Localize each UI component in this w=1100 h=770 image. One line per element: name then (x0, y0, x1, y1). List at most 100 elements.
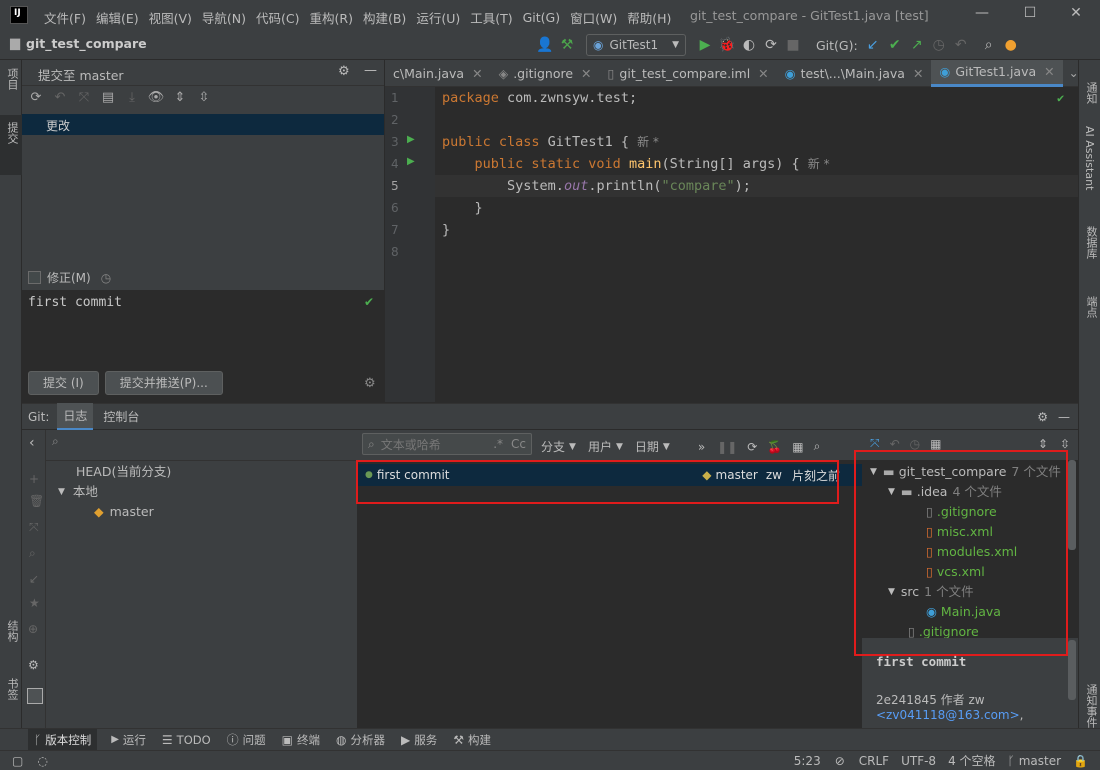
debug-icon[interactable]: 🐞 (716, 37, 738, 53)
tool-endpoints[interactable]: 端点 (1083, 296, 1099, 318)
update-icon[interactable]: ⤧ (870, 436, 880, 451)
diff-icon[interactable]: ▤ (96, 90, 120, 105)
menu-window[interactable]: 窗口(W) (570, 8, 617, 27)
menu-refactor[interactable]: 重构(R) (310, 8, 353, 27)
tab-gitignore[interactable]: ◈ .gitignore ✕ (491, 60, 600, 87)
star-icon[interactable]: ★ (29, 596, 40, 610)
minimize-icon[interactable]: — (972, 5, 992, 25)
commit-settings-icon[interactable]: ⚙ (364, 376, 376, 391)
fetch-icon[interactable]: ⊕ (28, 622, 38, 636)
refresh-icon[interactable]: ⟳ (24, 90, 48, 105)
progress-icon[interactable]: ◌ (37, 754, 47, 768)
show-icon[interactable]: 👁 (144, 90, 168, 105)
file-encoding[interactable]: UTF-8 (901, 754, 936, 768)
indent-setting[interactable]: 4 个空格 (948, 752, 995, 769)
collapse-branches-icon[interactable]: ‹ (29, 435, 35, 451)
user-filter[interactable]: 用户 (588, 438, 612, 455)
rollback-icon[interactable]: ↶ (890, 437, 900, 451)
run-gutter-icon[interactable]: ▶ (407, 134, 415, 145)
git-update-icon[interactable]: ↙ (862, 37, 884, 53)
tool-structure[interactable]: 结构 (4, 620, 20, 642)
tab-log[interactable]: 日志 (57, 402, 94, 431)
history-icon[interactable]: ◷ (910, 437, 920, 451)
layout-icon[interactable]: ▢ (12, 754, 23, 768)
tab-test-main[interactable]: ◉ test\...\Main.java ✕ (777, 60, 932, 87)
run-gutter-icon[interactable]: ▶ (407, 156, 415, 167)
settings-gear-icon[interactable]: ⚙ (28, 658, 39, 672)
close-icon[interactable]: ✕ (1044, 64, 1054, 79)
menu-view[interactable]: 视图(V) (149, 8, 192, 27)
history-icon[interactable]: ◷ (928, 37, 950, 53)
collapse-all-icon[interactable]: ⇳ (1060, 437, 1070, 451)
rollback-icon[interactable]: ↶ (950, 37, 972, 53)
menu-edit[interactable]: 编辑(E) (96, 8, 139, 27)
build-hammer-icon[interactable]: ⚒ (556, 37, 578, 53)
settings-gear-icon[interactable]: ⚙ (338, 64, 350, 79)
line-separator[interactable]: CRLF (859, 754, 889, 768)
scrollbar[interactable] (1068, 460, 1076, 550)
expand-all-icon[interactable]: ⇕ (1038, 437, 1048, 451)
git-branch[interactable]: master (1019, 754, 1061, 768)
git-commit-icon[interactable]: ✔ (884, 37, 906, 53)
settings-gear-icon[interactable]: ⚙ (1037, 410, 1048, 424)
run-config-select[interactable]: ◉ GitTest1 ▼ (586, 34, 686, 56)
breadcrumb[interactable]: ▆ git_test_compare (10, 36, 147, 51)
update-icon[interactable]: ● (1000, 37, 1022, 53)
tool-build[interactable]: ⚒ 构建 (453, 732, 491, 748)
cherry-pick-icon[interactable]: 🍒 (767, 440, 782, 454)
branch-master[interactable]: ◆ master (94, 502, 154, 522)
tool-project[interactable]: 项目 (4, 68, 20, 90)
tool-ai-assistant[interactable]: AI Assistant (1083, 126, 1096, 190)
tool-services[interactable]: ▶ 服务 (401, 732, 437, 748)
hide-panel-icon[interactable]: — (1058, 410, 1070, 424)
tool-database[interactable]: 数据库 (1083, 226, 1099, 259)
cursor-position[interactable]: 5:23 (794, 754, 821, 768)
commit-button[interactable]: 提交 (I) (28, 371, 99, 395)
tool-run[interactable]: ▶ 运行 (111, 732, 146, 748)
menu-file[interactable]: 文件(F) (44, 8, 86, 27)
close-icon[interactable]: ✕ (581, 66, 591, 81)
tool-todo[interactable]: ☰ TODO (162, 733, 211, 747)
search-icon[interactable]: ⌕ (978, 37, 1000, 53)
tool-commit[interactable]: 提交 (4, 122, 20, 144)
regex-toggle[interactable]: .* (493, 437, 503, 451)
menu-navigate[interactable]: 导航(N) (202, 8, 246, 27)
menu-tools[interactable]: 工具(T) (470, 8, 512, 27)
user-icon[interactable]: 👤 (534, 37, 556, 53)
layout-icon[interactable] (27, 688, 43, 704)
menu-git[interactable]: Git(G) (523, 10, 561, 25)
expand-all-icon[interactable]: ⇕ (168, 90, 192, 105)
close-icon[interactable]: ✕ (913, 66, 923, 81)
run-icon[interactable]: ▶ (694, 37, 716, 53)
pause-icon[interactable]: ❚❚ (717, 440, 737, 454)
tool-profiler[interactable]: ◍ 分析器 (336, 732, 385, 748)
menu-run[interactable]: 运行(U) (416, 8, 460, 27)
search-icon[interactable]: ⌕ (29, 546, 36, 561)
view-options-icon[interactable]: ▦ (792, 440, 803, 454)
menu-build[interactable]: 构建(B) (363, 8, 406, 27)
tab-iml[interactable]: ▯ git_test_compare.iml ✕ (600, 60, 777, 87)
tabs-dropdown-icon[interactable]: ⌄ (1069, 66, 1079, 80)
inspections-icon[interactable]: ⊘ (835, 754, 845, 768)
branch-filter[interactable]: 分支 (541, 438, 565, 455)
tool-bookmarks[interactable]: 书签 (4, 678, 20, 700)
commit-message[interactable]: first commit (28, 295, 122, 310)
stop-icon[interactable]: ■ (782, 37, 804, 53)
scrollbar[interactable] (1068, 640, 1076, 700)
tool-event-log[interactable]: 通知事件 (1083, 684, 1099, 728)
menu-help[interactable]: 帮助(H) (627, 8, 671, 27)
collapse-all-icon[interactable]: ⇳ (192, 90, 216, 105)
close-icon[interactable]: ✕ (472, 66, 482, 81)
update-project-icon[interactable]: ⤧ (72, 90, 96, 105)
lock-icon[interactable]: 🔒 (1073, 754, 1088, 768)
coverage-icon[interactable]: ◐ (738, 37, 760, 53)
group-by-icon[interactable]: ▦ (930, 437, 941, 451)
close-icon[interactable]: ✕ (1066, 5, 1086, 25)
branch-head[interactable]: HEAD(当前分支) (76, 462, 171, 482)
tool-notifications[interactable]: 通知 (1083, 82, 1099, 104)
shelve-icon[interactable]: ⤓ (120, 90, 144, 105)
tool-version-control[interactable]: ᚴ 版本控制 (28, 728, 98, 751)
hide-panel-icon[interactable]: — (364, 63, 377, 78)
refresh-icon[interactable]: ⟳ (747, 440, 757, 454)
author-email-link[interactable]: <zv041118@163.com> (876, 708, 1020, 722)
